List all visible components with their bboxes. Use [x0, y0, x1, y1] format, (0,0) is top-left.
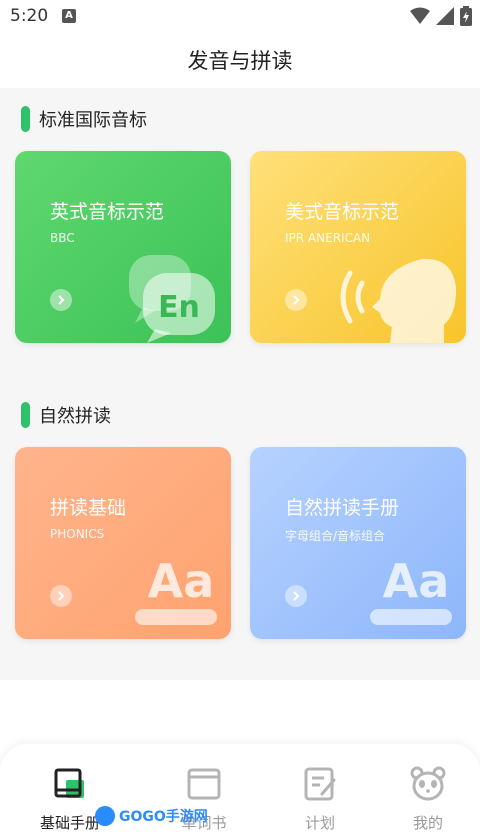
section-accent-bar	[21, 106, 30, 132]
watermark-logo-icon	[95, 806, 115, 826]
card-subtitle: BBC	[50, 231, 75, 245]
notification-icon: A	[62, 9, 76, 23]
status-bar: 5:20 A	[0, 0, 480, 32]
section-title-ipa: 标准国际音标	[39, 110, 147, 131]
illustration-aa-text: Aa	[148, 554, 215, 608]
status-icons	[410, 6, 472, 26]
card-phonics-handbook[interactable]: 自然拼读手册 字母组合/音标组合 Aa	[250, 447, 466, 639]
watermark-text: GOGO手游网	[119, 809, 208, 825]
tab-plan[interactable]: 计划	[260, 744, 380, 840]
card-title: 自然拼读手册	[285, 497, 400, 519]
tab-mine[interactable]: 我的	[368, 744, 480, 840]
book-icon	[54, 768, 84, 798]
card-title: 美式音标示范	[285, 201, 400, 223]
arrow-right-icon	[285, 585, 307, 607]
tab-label: 我的	[412, 814, 443, 832]
arrow-right-icon	[285, 289, 307, 311]
letters-aa-icon: Aa	[135, 554, 217, 625]
illustration-en-text: En	[158, 290, 200, 325]
status-time: 5:20	[10, 6, 49, 26]
card-subtitle: 字母组合/音标组合	[285, 529, 386, 543]
plan-icon	[304, 767, 336, 801]
arrow-right-icon	[50, 585, 72, 607]
watermark: GOGO手游网	[95, 806, 208, 826]
section-header-phonics: 自然拼读	[21, 402, 111, 428]
card-phonics-basics[interactable]: 拼读基础 PHONICS Aa	[15, 447, 231, 639]
card-subtitle: PHONICS	[50, 527, 105, 541]
wordbook-icon	[187, 768, 221, 800]
speech-bubble-en-icon: En	[129, 255, 215, 343]
arrow-right-icon	[50, 289, 72, 311]
wifi-icon	[410, 7, 430, 24]
section-accent-bar	[21, 402, 30, 428]
illustration-aa-text: Aa	[383, 554, 450, 608]
battery-icon	[460, 6, 472, 26]
card-american-phonetics[interactable]: 美式音标示范 IPR ANERICAN	[250, 151, 466, 343]
speaking-head-icon	[340, 258, 457, 343]
tab-label: 计划	[304, 814, 335, 832]
page-title: 发音与拼读	[187, 49, 293, 73]
section-header-ipa: 标准国际音标	[21, 106, 147, 132]
card-title: 英式音标示范	[50, 201, 165, 223]
card-british-phonetics[interactable]: 英式音标示范 BBC En	[15, 151, 231, 343]
panda-icon	[410, 766, 446, 801]
card-title: 拼读基础	[50, 497, 127, 519]
signal-icon	[436, 7, 454, 25]
section-title-phonics: 自然拼读	[39, 406, 111, 427]
bottom-tab-bar: 基础手册 单词书 计划 我的	[0, 744, 480, 840]
letters-aa-icon: Aa	[370, 554, 452, 625]
